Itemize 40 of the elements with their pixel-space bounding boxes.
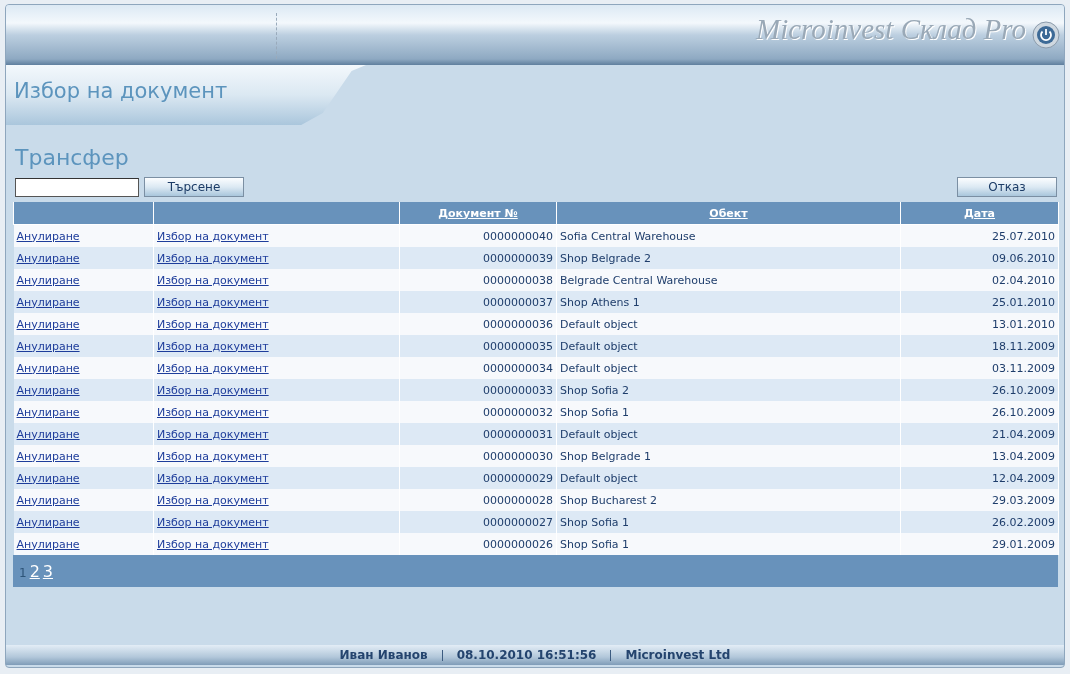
cancel-link[interactable]: Анулиране bbox=[16, 537, 80, 551]
select-document-link[interactable]: Избор на документ bbox=[157, 273, 269, 287]
search-field[interactable] bbox=[15, 177, 139, 197]
cancel-link[interactable]: Анулиране bbox=[16, 317, 80, 331]
select-document-link[interactable]: Избор на документ bbox=[157, 383, 269, 397]
cancel-link[interactable]: Анулиране bbox=[16, 405, 80, 419]
select-document-link[interactable]: Избор на документ bbox=[157, 361, 269, 375]
app-title: Microinvest Склад Pro bbox=[755, 13, 1026, 46]
cancel-link[interactable]: Анулиране bbox=[16, 515, 80, 529]
status-text: Иван Иванов bbox=[338, 648, 429, 662]
power-icon[interactable] bbox=[1032, 21, 1060, 49]
cancel-link[interactable]: Анулиране bbox=[16, 229, 80, 243]
select-document-link[interactable]: Избор на документ bbox=[157, 229, 269, 243]
cancel-button[interactable]: Отказ bbox=[957, 177, 1057, 197]
select-document-link[interactable]: Избор на документ bbox=[157, 515, 269, 529]
cancel-link[interactable]: Анулиране bbox=[16, 471, 80, 485]
cancel-link[interactable]: Анулиране bbox=[16, 339, 80, 353]
cancel-link[interactable]: Анулиране bbox=[16, 295, 80, 309]
select-document-link[interactable]: Избор на документ bbox=[157, 405, 269, 419]
cancel-link[interactable]: Анулиране bbox=[16, 493, 80, 507]
cancel-link[interactable]: Анулиране bbox=[16, 383, 80, 397]
search-button[interactable]: Търсене bbox=[144, 177, 244, 197]
current-page: 1 bbox=[19, 565, 27, 580]
select-document-link[interactable]: Избор на документ bbox=[157, 251, 269, 265]
cancel-link[interactable]: Анулиране bbox=[16, 427, 80, 441]
select-document-link[interactable]: Избор на документ bbox=[157, 295, 269, 309]
select-document-link[interactable]: Избор на документ bbox=[157, 449, 269, 463]
page-title: Трансфер bbox=[14, 145, 130, 172]
cancel-link[interactable]: Анулиране bbox=[16, 449, 80, 463]
cancel-link[interactable]: Анулиране bbox=[16, 361, 80, 375]
select-document-link[interactable]: Избор на документ bbox=[157, 493, 269, 507]
cancel-link[interactable]: Анулиране bbox=[16, 273, 80, 287]
select-document-link[interactable]: Избор на документ bbox=[157, 471, 269, 485]
select-document-link[interactable]: Избор на документ bbox=[157, 317, 269, 331]
cancel-link[interactable]: Анулиране bbox=[16, 251, 80, 265]
status-text: 08.10.2010 16:51:56 bbox=[455, 648, 598, 662]
select-document-link[interactable]: Избор на документ bbox=[157, 339, 269, 353]
select-document-link[interactable]: Избор на документ bbox=[157, 427, 269, 441]
status-text: Microinvest Ltd bbox=[624, 648, 732, 662]
select-document-link[interactable]: Избор на документ bbox=[157, 537, 269, 551]
